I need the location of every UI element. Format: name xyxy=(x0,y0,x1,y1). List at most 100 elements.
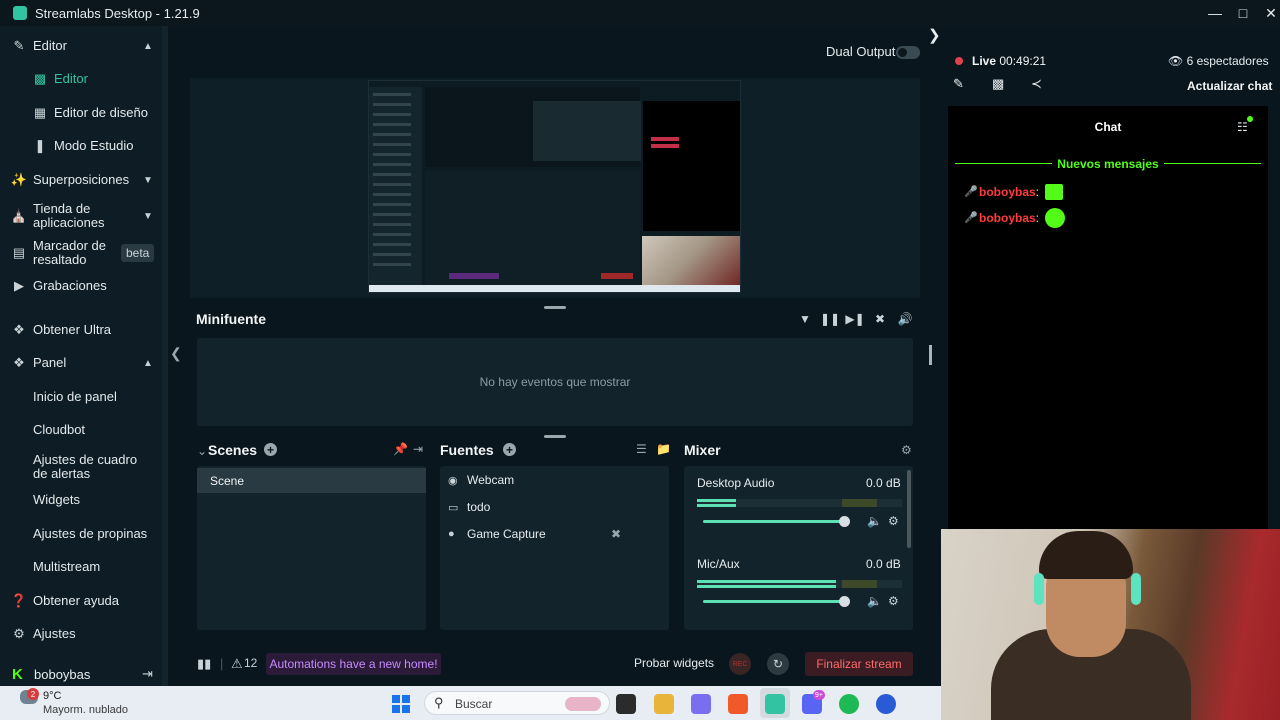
logout-icon[interactable]: ⇥ xyxy=(142,666,153,682)
chat-username[interactable]: boboybas xyxy=(979,211,1036,225)
source-item[interactable]: ▭ todo xyxy=(448,499,490,515)
start-icon[interactable] xyxy=(392,695,410,713)
automations-button[interactable]: Automations have a new home! xyxy=(266,653,441,675)
chat-title: Chat xyxy=(1094,120,1122,134)
volume-slider-knob[interactable] xyxy=(839,516,850,527)
add-source-button[interactable]: + xyxy=(503,443,516,456)
brave-icon[interactable] xyxy=(728,694,748,714)
performance-icon[interactable]: ▮▮ xyxy=(197,656,211,672)
chevron-down-icon[interactable]: ⌄ xyxy=(197,444,207,458)
record-button[interactable]: REC xyxy=(729,653,751,675)
skip-icon[interactable]: ▶❚ xyxy=(845,311,864,327)
sidebar-item-settings[interactable]: ⚙ Ajustes xyxy=(0,619,162,649)
file-explorer-icon[interactable] xyxy=(654,694,674,714)
sidebar-item-widgets[interactable]: Widgets xyxy=(0,485,162,515)
settings-icon: ⚙ xyxy=(13,626,25,641)
mute-alerts-icon[interactable]: ✖ xyxy=(873,311,887,327)
speaker-icon[interactable]: 🔈 xyxy=(867,594,882,608)
dual-output-label: Dual Output xyxy=(826,44,896,59)
channel-settings-icon[interactable]: ⚙ xyxy=(888,594,899,608)
themes-icon: ✨ xyxy=(10,172,28,187)
close-icon[interactable]: ✕ xyxy=(1256,0,1280,26)
minifuente-toolbar: ▼ ❚❚ ▶❚ ✖ 🔊 xyxy=(798,311,912,327)
pin-icon[interactable]: 📌 xyxy=(393,442,408,456)
sidebar-item-multistream[interactable]: Multistream xyxy=(0,552,162,582)
edit-stream-icon[interactable]: ✎ xyxy=(953,76,964,92)
test-widgets-button[interactable]: Probar widgets xyxy=(634,656,714,670)
resize-handle[interactable] xyxy=(544,435,566,438)
volume-slider-knob[interactable] xyxy=(839,596,850,607)
sidebar-item-overlays[interactable]: ✨ Superposiciones ▼ xyxy=(0,165,162,195)
sidebar-item-studio-mode[interactable]: ❚ Modo Estudio xyxy=(0,131,162,161)
volume-slider[interactable] xyxy=(703,600,846,603)
source-label: Game Capture xyxy=(467,527,546,541)
preview-chat-line xyxy=(651,137,679,141)
sidebar-item-highlighter[interactable]: ▤ Marcador de resaltado beta xyxy=(0,236,162,270)
collapse-chat-icon[interactable]: ❯ xyxy=(928,26,941,44)
resize-handle[interactable] xyxy=(544,306,566,309)
gamepad-icon: ● xyxy=(448,528,455,540)
chat-message[interactable]: 🎤 boboybas : xyxy=(964,182,1064,202)
source-item[interactable]: ◉ Webcam xyxy=(448,472,514,488)
sidebar-item-help[interactable]: ❓ Obtener ayuda xyxy=(0,586,162,616)
spotify-icon[interactable] xyxy=(839,694,859,714)
sidebar-item-get-ultra[interactable]: ❖ Obtener Ultra xyxy=(0,315,162,345)
taskbar-search[interactable]: ⚲ Buscar xyxy=(424,691,610,715)
chat-message[interactable]: 🎤 boboybas : xyxy=(964,208,1066,228)
add-scene-button[interactable]: + xyxy=(264,443,277,456)
sidebar-item-editor[interactable]: ✎ Editor ▲ xyxy=(0,31,162,61)
chat-username[interactable]: boboybas xyxy=(979,185,1036,199)
audio-meter-fill xyxy=(697,585,837,588)
mixer-scrollbar[interactable] xyxy=(907,470,911,548)
source-item[interactable]: ● Game Capture xyxy=(448,526,546,542)
sidebar-item-recordings[interactable]: ▶ Grabaciones xyxy=(0,271,162,301)
title-bar: Streamlabs Desktop - 1.21.9 xyxy=(0,0,1280,26)
sidebar-item-label: Modo Estudio xyxy=(54,138,134,153)
collapse-sidebar-icon[interactable]: ❮ xyxy=(170,345,182,362)
copilot-icon[interactable] xyxy=(691,694,711,714)
sidebar-item-alertbox-settings[interactable]: Ajustes de cuadro de alertas xyxy=(0,450,162,484)
maximize-icon[interactable]: □ xyxy=(1228,0,1258,26)
filter-icon[interactable]: ▼ xyxy=(798,311,812,327)
warning-icon[interactable]: ⚠ xyxy=(231,656,243,672)
sidebar-item-panel[interactable]: ❖ Panel ▲ xyxy=(0,348,162,378)
headset-icon xyxy=(1131,573,1141,605)
record-video-icon[interactable]: ▩ xyxy=(992,76,1004,92)
sidebar-item-cloudbot[interactable]: Cloudbot xyxy=(0,415,162,445)
main-scrollbar[interactable] xyxy=(929,345,932,365)
mixer-settings-icon[interactable]: ⚙ xyxy=(901,443,912,457)
add-folder-icon[interactable]: 📁 xyxy=(656,442,671,456)
sidebar-item-panel-home[interactable]: Inicio de panel xyxy=(0,382,162,412)
ea-icon[interactable] xyxy=(876,694,896,714)
channel-settings-icon[interactable]: ⚙ xyxy=(888,514,899,528)
sidebar-item-app-store[interactable]: ⛪ Tienda de aplicaciones ▼ xyxy=(0,199,162,233)
sidebar-item-editor-sub[interactable]: ▩ Editor xyxy=(0,64,162,94)
refresh-chat-button[interactable]: Actualizar chat xyxy=(1187,79,1272,93)
volume-icon[interactable]: 🔊 xyxy=(898,311,913,327)
speaker-icon[interactable]: 🔈 xyxy=(867,514,882,528)
streamlabs-taskbar-icon[interactable] xyxy=(765,694,785,714)
dual-output-toggle[interactable] xyxy=(896,46,920,59)
chat-colon: : xyxy=(1035,185,1040,199)
task-view-icon[interactable] xyxy=(616,694,636,714)
sidebar-user[interactable]: K boboybas ⇥ xyxy=(0,662,162,686)
volume-slider[interactable] xyxy=(703,520,846,523)
share-icon[interactable]: ≺ xyxy=(1031,76,1042,92)
preview-canvas xyxy=(425,87,641,167)
sidebar-item-tip-settings[interactable]: Ajustes de propinas xyxy=(0,519,162,549)
folder-icon[interactable]: ☰ xyxy=(636,442,647,456)
replay-buffer-icon[interactable]: ↻ xyxy=(767,653,789,675)
stream-preview[interactable] xyxy=(368,80,741,293)
sidebar-item-label: Grabaciones xyxy=(33,278,107,293)
chat-users-icon[interactable]: ☷ xyxy=(1237,116,1253,134)
sidebar-scrollbar[interactable] xyxy=(162,26,168,686)
pause-icon[interactable]: ❚❚ xyxy=(820,311,840,327)
footer-divider: | xyxy=(220,656,224,671)
sidebar-item-layout-editor[interactable]: ▦ Editor de diseño xyxy=(0,98,162,128)
scene-item[interactable]: Scene xyxy=(197,468,426,493)
minimize-icon[interactable]: — xyxy=(1200,0,1230,26)
transition-icon[interactable]: ⇥ xyxy=(413,442,423,456)
sources-list xyxy=(440,466,669,630)
visibility-hidden-icon[interactable]: ✖ xyxy=(611,527,621,541)
end-stream-button[interactable]: Finalizar stream xyxy=(805,652,913,676)
